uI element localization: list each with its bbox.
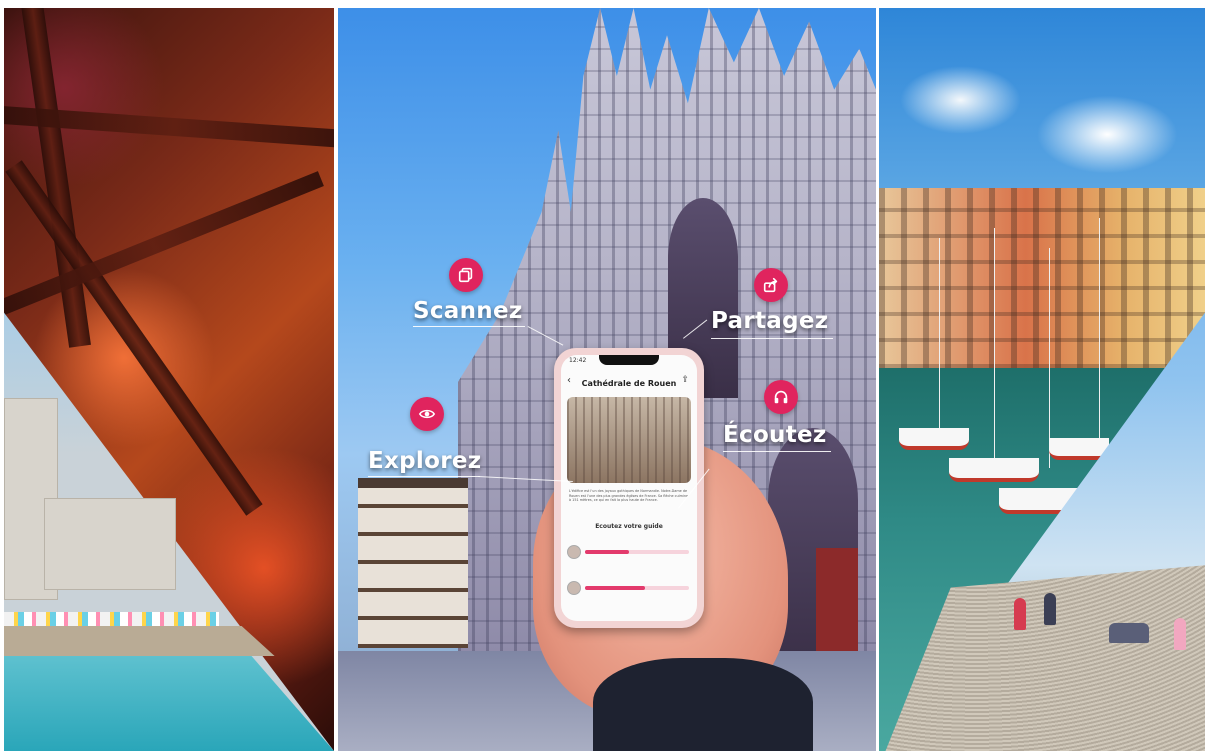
explore-label: Explorez <box>368 448 482 474</box>
boat-mast <box>1099 218 1100 468</box>
listen-label: Écoutez <box>723 422 827 448</box>
app-description: L'édifice est l'un des joyaux gothiques … <box>569 489 689 503</box>
guide-avatar <box>567 581 581 595</box>
person <box>1014 598 1026 630</box>
phone-screen: 12:42 ‹ Cathédrale de Rouen ⇪ L'édifice … <box>561 355 697 621</box>
sailboat <box>1049 438 1109 460</box>
listen-underline <box>723 451 831 452</box>
beach-huts <box>4 612 219 626</box>
share-icon <box>754 268 788 302</box>
sailboat <box>899 428 969 450</box>
share-icon[interactable]: ⇪ <box>681 375 689 385</box>
seated-people <box>1109 623 1149 643</box>
person <box>1174 618 1186 650</box>
audio-progress-fill <box>585 550 629 554</box>
narrator-avatar <box>567 545 581 559</box>
phone-notch <box>599 355 659 365</box>
headphones-icon <box>764 380 798 414</box>
audio-progress-fill <box>585 586 646 590</box>
left-photo-panel <box>4 8 334 751</box>
collage: 12:42 ‹ Cathédrale de Rouen ⇪ L'édifice … <box>0 0 1209 754</box>
audio-progress-track[interactable] <box>585 550 689 554</box>
boat-mast <box>1049 248 1050 468</box>
audio-track-row[interactable] <box>567 541 691 563</box>
center-photo-panel: 12:42 ‹ Cathédrale de Rouen ⇪ L'édifice … <box>338 8 876 751</box>
scan-underline <box>413 326 525 327</box>
boat-mast <box>994 228 995 458</box>
smartphone: 12:42 ‹ Cathédrale de Rouen ⇪ L'édifice … <box>554 348 704 628</box>
sleeve <box>593 658 813 751</box>
audio-track-row[interactable] <box>567 577 691 599</box>
copy-icon <box>449 258 483 292</box>
cathedral-door <box>816 548 858 668</box>
sailboat <box>949 458 1039 482</box>
audio-progress-track[interactable] <box>585 586 689 590</box>
harbour-buildings <box>879 188 1205 368</box>
share-label: Partagez <box>711 308 829 334</box>
cathedral-thumbnail <box>567 397 691 483</box>
right-photo-panel <box>879 8 1205 751</box>
status-time: 12:42 <box>569 357 587 364</box>
app-header: Cathédrale de Rouen <box>561 371 697 395</box>
explore-underline <box>368 476 480 477</box>
share-underline <box>711 338 833 339</box>
boat-mast <box>939 238 940 438</box>
scan-label: Scannez <box>413 298 523 324</box>
seafront-building <box>44 498 176 590</box>
person <box>1044 593 1056 625</box>
timbered-house <box>358 478 468 648</box>
eye-icon <box>410 397 444 431</box>
app-title: Cathédrale de Rouen <box>581 378 677 388</box>
guide-label: Ecoutez votre guide <box>595 523 663 530</box>
